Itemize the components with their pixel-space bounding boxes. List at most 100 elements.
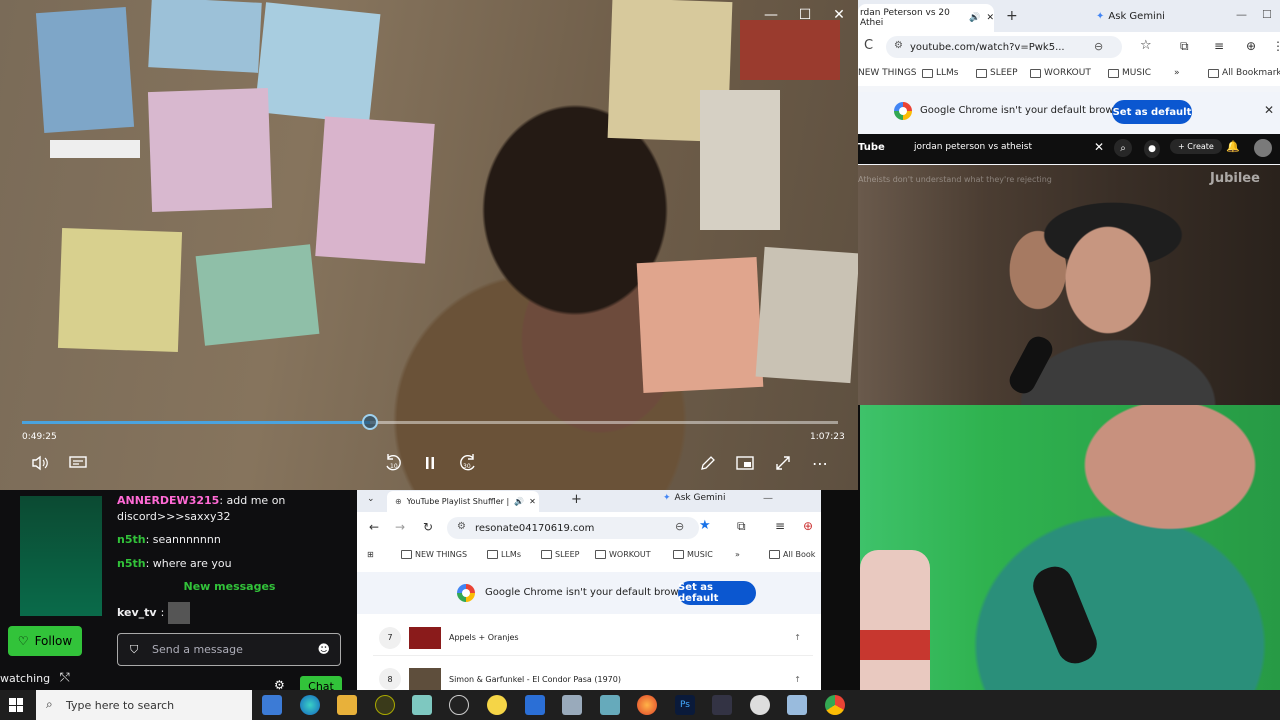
app-icon[interactable]: [562, 695, 582, 715]
skip-forward-button[interactable]: 30: [455, 452, 481, 474]
bookmarks-overflow-icon[interactable]: »: [735, 550, 740, 559]
calculator-icon[interactable]: [262, 695, 282, 715]
firefox-icon[interactable]: [637, 695, 657, 715]
more-options-icon[interactable]: ⋯: [807, 452, 833, 474]
minimize-button[interactable]: —: [754, 4, 788, 26]
fullscreen-icon[interactable]: [770, 452, 796, 474]
chat-username[interactable]: kev_tv: [117, 605, 157, 621]
pause-button[interactable]: [417, 452, 443, 474]
bookmark-sleep[interactable]: SLEEP: [976, 68, 1018, 78]
bookmark-llms[interactable]: LLMs: [922, 68, 958, 78]
tab-gemini[interactable]: ✦ Ask Gemini: [1096, 4, 1192, 28]
extensions-icon[interactable]: ⧉: [1180, 39, 1189, 54]
bookmark-workout[interactable]: WORKOUT: [1030, 68, 1091, 78]
move-up-icon[interactable]: ↑: [794, 675, 801, 684]
chrome-icon[interactable]: [825, 695, 845, 715]
profile-icon[interactable]: ⊕: [803, 519, 813, 533]
file-explorer-icon[interactable]: [337, 695, 357, 715]
app-icon[interactable]: [712, 695, 732, 715]
avatar[interactable]: [1254, 139, 1272, 157]
media-icon[interactable]: ≡: [775, 519, 785, 533]
youtube-logo[interactable]: Tube: [858, 142, 885, 153]
mic-icon[interactable]: ●: [1144, 140, 1160, 158]
maximize-button[interactable]: ☐: [1262, 8, 1272, 21]
reload-icon[interactable]: ↻: [423, 520, 433, 534]
share-icon[interactable]: ⤲: [60, 670, 70, 685]
set-default-button[interactable]: Set as default: [678, 581, 756, 605]
create-button[interactable]: + Create: [1170, 139, 1222, 154]
bookmark-star-icon[interactable]: ☆: [1140, 38, 1152, 53]
all-bookmarks[interactable]: All Book: [769, 550, 815, 559]
app-icon[interactable]: [750, 695, 770, 715]
tab-list-icon[interactable]: ⌄: [367, 494, 375, 504]
skip-back-button[interactable]: 10: [380, 452, 406, 474]
bookmark-music[interactable]: MUSIC: [673, 550, 713, 559]
chat-username[interactable]: ANNERDEW3215: [117, 494, 219, 507]
edit-pencil-icon[interactable]: [695, 452, 721, 474]
bookmark-new-things[interactable]: NEW THINGS: [401, 550, 467, 559]
app-icon[interactable]: [787, 695, 807, 715]
bookmark-music[interactable]: MUSIC: [1108, 68, 1151, 78]
emote-picker-icon[interactable]: ☻: [317, 642, 330, 656]
playlist-item[interactable]: 8 Simon & Garfunkel - El Condor Pasa (19…: [373, 661, 813, 690]
all-bookmarks[interactable]: All Bookmarks: [1208, 68, 1280, 78]
tab-playlist-shuffler[interactable]: ⊕ YouTube Playlist Shuffler | 🔊 ✕: [387, 491, 539, 512]
subtitles-icon[interactable]: [65, 452, 91, 474]
forward-arrow-icon[interactable]: →: [395, 520, 405, 534]
minimize-button[interactable]: —: [1236, 8, 1247, 21]
new-tab-icon[interactable]: +: [1006, 8, 1018, 24]
maximize-button[interactable]: ☐: [788, 4, 822, 26]
media-icon[interactable]: ≡: [1214, 39, 1224, 53]
lightbulb-icon[interactable]: [487, 695, 507, 715]
search-clear-icon[interactable]: ✕: [1094, 140, 1104, 154]
extensions-icon[interactable]: ⧉: [737, 519, 746, 534]
address-bar[interactable]: ⚙ resonate04170619.com: [447, 517, 699, 539]
chat-username[interactable]: n5th: [117, 557, 146, 570]
new-messages-divider[interactable]: New messages: [117, 580, 342, 593]
profile-icon[interactable]: ⊕: [1246, 39, 1256, 53]
app-icon[interactable]: [600, 695, 620, 715]
playlist-item[interactable]: 7 Appels + Oranjes ↑: [373, 620, 813, 656]
send-message-input[interactable]: ⛉ Send a message ☻: [117, 633, 341, 666]
media-player-window[interactable]: — ☐ ✕ 0:49:25 1:07:23 10 30 ⋯: [0, 0, 858, 490]
browser-window-youtube[interactable]: rdan Peterson vs 20 Athei 🔊 ✕ + ✦ Ask Ge…: [858, 0, 1280, 165]
edge-icon[interactable]: [300, 695, 320, 715]
volume-icon[interactable]: [27, 452, 53, 474]
app-icon[interactable]: [412, 695, 432, 715]
follow-button[interactable]: ♡ Follow: [8, 626, 82, 656]
app-icon[interactable]: [375, 695, 395, 715]
tab-gemini[interactable]: ✦ Ask Gemini: [663, 493, 725, 503]
chat-username[interactable]: n5th: [117, 533, 146, 546]
taskbar-search-input[interactable]: ⌕ Type here to search: [36, 690, 252, 720]
new-tab-icon[interactable]: +: [571, 492, 582, 507]
start-button[interactable]: [9, 698, 23, 712]
menu-icon[interactable]: ⋮: [1272, 39, 1280, 53]
bookmark-sleep[interactable]: SLEEP: [541, 550, 579, 559]
zoom-icon[interactable]: ⊖: [675, 520, 684, 533]
apps-grid-icon[interactable]: ⊞: [367, 550, 374, 559]
search-icon[interactable]: ⌕: [1114, 139, 1132, 157]
minimize-button[interactable]: —: [763, 493, 773, 504]
seek-bar[interactable]: [22, 414, 838, 430]
site-info-icon[interactable]: ⚙: [894, 40, 903, 51]
photoshop-icon[interactable]: Ps: [675, 695, 695, 715]
tab-close-icon[interactable]: ✕: [986, 13, 994, 23]
zoom-icon[interactable]: ⊖: [1094, 40, 1103, 53]
mini-player-icon[interactable]: [732, 452, 758, 474]
reload-icon[interactable]: C: [864, 38, 873, 53]
close-button[interactable]: ✕: [822, 4, 856, 26]
set-default-button[interactable]: Set as default: [1112, 100, 1192, 124]
youtube-video-player[interactable]: Atheists don't understand what they're r…: [858, 165, 1280, 405]
notifications-icon[interactable]: 🔔: [1226, 140, 1240, 153]
bookmark-llms[interactable]: LLMs: [487, 550, 521, 559]
browser-window-playlist[interactable]: ⌄ ⊕ YouTube Playlist Shuffler | 🔊 ✕ + ✦ …: [357, 490, 821, 690]
app-icon[interactable]: [449, 695, 469, 715]
seek-thumb[interactable]: [361, 414, 378, 430]
bookmarks-overflow-icon[interactable]: »: [1174, 68, 1180, 78]
tab-close-icon[interactable]: ✕: [529, 497, 536, 506]
move-up-icon[interactable]: ↑: [794, 633, 801, 642]
docs-icon[interactable]: [525, 695, 545, 715]
bookmark-star-icon[interactable]: ★: [699, 518, 711, 533]
site-info-icon[interactable]: ⚙: [457, 521, 466, 532]
back-arrow-icon[interactable]: ←: [369, 520, 379, 534]
